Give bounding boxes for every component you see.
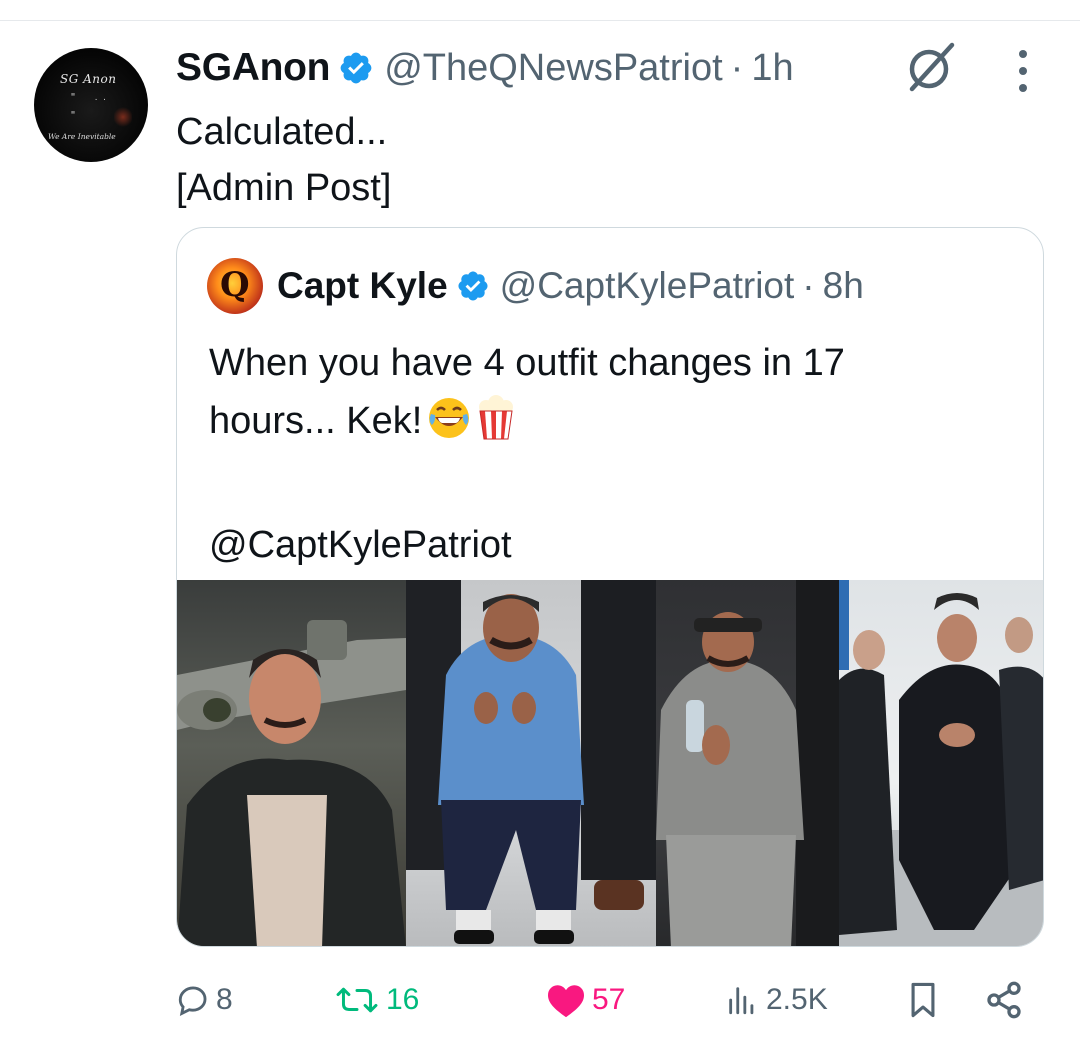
repost-count: 16 [386, 983, 420, 1016]
quote-header: Q Capt Kyle @CaptKylePatriot · 8h [207, 258, 864, 314]
quote-author-avatar[interactable]: Q [207, 258, 263, 314]
quote-body: When you have 4 outfit changes in 17 hou… [209, 334, 845, 574]
separator-dot: · [730, 46, 744, 89]
quote-author-handle[interactable]: @CaptKylePatriot [500, 265, 795, 307]
avatar-glow [114, 106, 132, 128]
author-avatar[interactable]: SG Anon " " · · We Are Inevitable [34, 48, 148, 162]
views-icon [729, 987, 754, 1015]
views-count: 2.5K [766, 983, 828, 1016]
post-time[interactable]: 1h [751, 47, 793, 90]
popcorn-emoji-icon [476, 395, 516, 458]
separator-dot: · [802, 265, 815, 306]
action-bar: 8 16 57 2.5K [176, 972, 1046, 1028]
media-photo[interactable] [406, 580, 656, 946]
post-text-line: [Admin Post] [176, 167, 392, 209]
like-icon [548, 985, 584, 1018]
bookmark-icon [911, 982, 935, 1018]
verified-badge-icon[interactable] [456, 269, 490, 303]
top-divider [0, 20, 1080, 21]
avatar-mark: · · [94, 96, 107, 104]
like-count: 57 [592, 983, 626, 1016]
avatar-mark: " [70, 92, 77, 103]
post-header: SGAnon @TheQNewsPatriot · 1h [176, 40, 794, 96]
avatar-subtext: We Are Inevitable [48, 132, 116, 141]
more-icon[interactable] [1012, 50, 1034, 92]
views-button[interactable]: 2.5K [724, 972, 828, 1028]
author-handle[interactable]: @TheQNewsPatriot [384, 47, 722, 90]
repost-button[interactable]: 16 [334, 972, 419, 1028]
verified-badge-icon[interactable] [338, 50, 374, 86]
media-photo[interactable] [656, 580, 839, 946]
media-photo[interactable] [839, 580, 1043, 946]
avatar-mark: " [70, 110, 77, 121]
laughing-emoji-icon [426, 395, 472, 458]
quote-author-name[interactable]: Capt Kyle [277, 265, 448, 307]
bookmark-button[interactable] [906, 972, 940, 1028]
quoted-post[interactable]: Q Capt Kyle @CaptKylePatriot · 8h When y… [176, 227, 1044, 947]
quote-mention[interactable]: @CaptKylePatriot [209, 516, 845, 574]
quote-text-line: When you have 4 outfit changes in 17 [209, 342, 845, 384]
reply-button[interactable]: 8 [176, 972, 233, 1028]
post-text-line: Calculated... [176, 111, 388, 153]
quote-text-line: hours... Kek! [209, 392, 845, 458]
like-button[interactable]: 57 [546, 972, 625, 1028]
reply-icon [178, 986, 207, 1016]
repost-icon [336, 987, 378, 1013]
share-icon [987, 981, 1021, 1019]
quote-time[interactable]: 8h [823, 265, 864, 307]
quote-media[interactable] [177, 580, 1043, 946]
grok-icon[interactable] [904, 40, 958, 94]
reply-count: 8 [216, 983, 233, 1016]
share-button[interactable] [984, 972, 1024, 1028]
post-body: Calculated... [Admin Post] [176, 104, 391, 216]
avatar-logo-text: SG Anon [60, 72, 117, 86]
author-name[interactable]: SGAnon [176, 46, 330, 90]
media-photo[interactable] [177, 580, 406, 946]
